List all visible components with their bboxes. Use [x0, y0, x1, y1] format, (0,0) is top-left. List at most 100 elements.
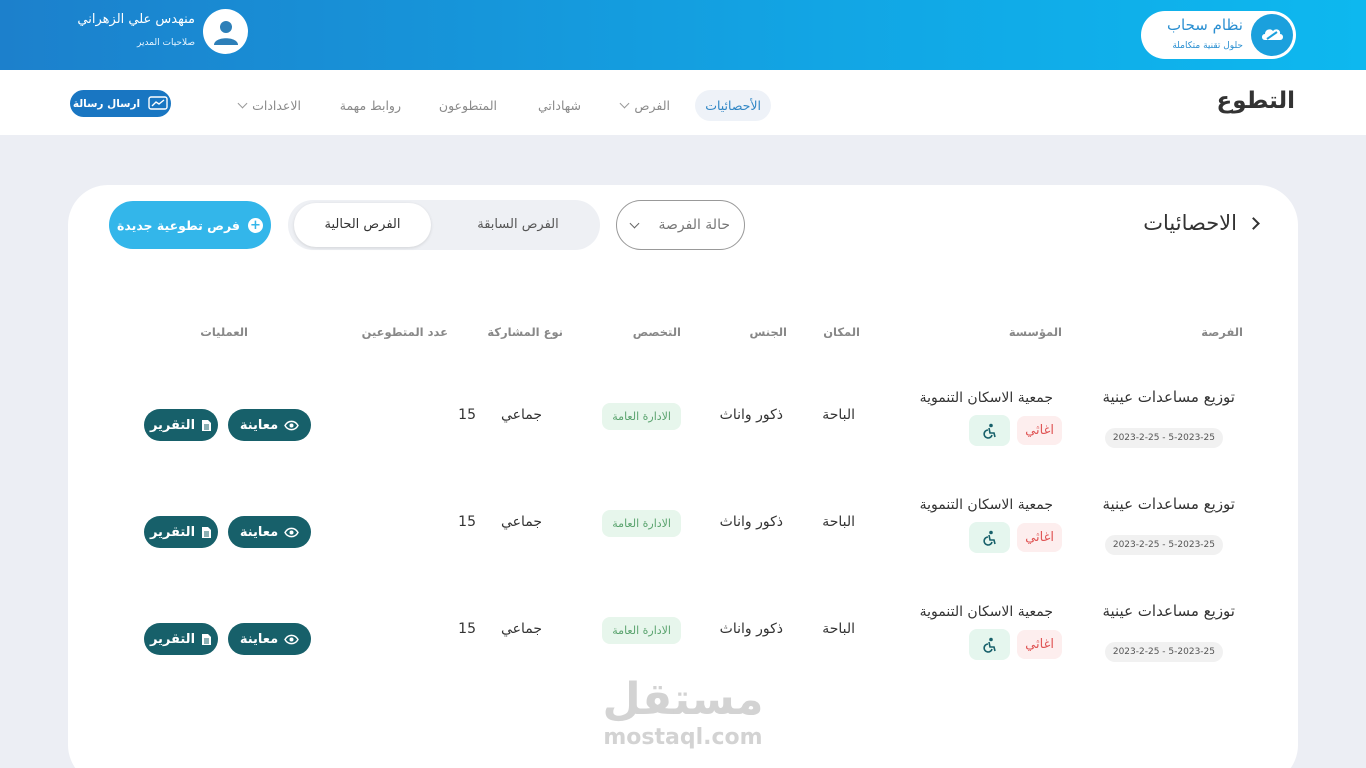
- report-label: التقرير: [149, 631, 196, 647]
- nav-item-links[interactable]: روابط مهمة: [340, 90, 401, 121]
- brand-subtitle: حلول تقنية متكاملة: [1172, 41, 1243, 51]
- user-role: صلاحيات المدير: [136, 38, 195, 48]
- nav-item-label: شهاداتي: [538, 98, 581, 113]
- user-avatar[interactable]: [203, 9, 248, 54]
- column-header-place: المكان: [823, 325, 860, 339]
- column-header-volunteers: عدد المتطوعين: [361, 325, 448, 339]
- chevron-right-icon: [1247, 216, 1260, 230]
- section-header[interactable]: الاحصائيات: [1143, 211, 1260, 235]
- volunteers-count: 15: [458, 407, 476, 423]
- eye-icon: [284, 634, 299, 644]
- nav-item-label: المتطوعون: [438, 98, 497, 113]
- watermark-latin: mostaql.com: [603, 725, 763, 750]
- place-value: الباحة: [822, 514, 855, 530]
- nav-item-statistics[interactable]: الأحصائيات: [695, 90, 771, 121]
- report-label: التقرير: [149, 417, 196, 433]
- brand-title: نظام سحاب: [1166, 16, 1243, 34]
- relief-tag: اغاثي: [1017, 523, 1062, 552]
- chart-message-icon: [148, 95, 168, 110]
- new-opportunity-button[interactable]: + فرص تطوعية جديدة: [109, 201, 271, 249]
- document-icon: [202, 419, 212, 431]
- column-header-opportunity: الفرصة: [1201, 325, 1243, 339]
- column-header-specialty: التخصص: [632, 325, 681, 339]
- place-value: الباحة: [822, 621, 855, 637]
- date-range-badge: 5-2023-25 - 2023-2-25: [1104, 535, 1223, 555]
- organization-name: جمعية الاسكان التنموية: [919, 390, 1053, 406]
- gender-value: ذكور واناث: [719, 621, 783, 637]
- document-icon: [202, 526, 212, 538]
- brand-logo-badge[interactable]: نظام سحاب حلول تقنية متكاملة: [1141, 11, 1296, 59]
- eye-icon: [284, 527, 299, 537]
- nav-item-opportunities[interactable]: الفرص: [619, 90, 670, 121]
- send-message-button[interactable]: ارسال رسالة: [70, 90, 171, 117]
- watermark: مستقل mostaql.com: [600, 675, 766, 751]
- report-button[interactable]: التقرير: [144, 623, 218, 655]
- wheelchair-icon: [969, 522, 1010, 553]
- participation-value: جماعي: [500, 621, 542, 637]
- tab-previous-opportunities[interactable]: الفرص السابقة: [448, 203, 588, 247]
- view-button[interactable]: معاينة: [228, 623, 311, 655]
- watermark-arabic: مستقل: [602, 674, 764, 725]
- date-range-badge: 5-2023-25 - 2023-2-25: [1104, 428, 1223, 448]
- top-header: نظام سحاب حلول تقنية متكاملة منهدس علي ا…: [0, 0, 1366, 70]
- volunteers-count: 15: [458, 514, 476, 530]
- chevron-down-icon: [237, 98, 248, 109]
- specialty-badge: الادارة العامة: [602, 510, 681, 537]
- nav-item-label: روابط مهمة: [339, 98, 401, 113]
- user-name: منهدس علي الزهراني: [77, 12, 195, 27]
- document-icon: [202, 633, 212, 645]
- column-header-operations: العمليات: [200, 325, 248, 339]
- opportunity-title[interactable]: توزيع مساعدات عينية: [1102, 602, 1235, 620]
- page-title: التطوع: [1216, 88, 1295, 114]
- date-range-badge: 5-2023-25 - 2023-2-25: [1104, 642, 1223, 662]
- place-value: الباحة: [822, 407, 855, 423]
- opportunity-tabs: الفرص الحالية الفرص السابقة: [288, 200, 600, 250]
- chevron-down-icon: [629, 218, 640, 228]
- user-icon: [213, 20, 238, 45]
- specialty-badge: الادارة العامة: [602, 403, 681, 430]
- view-button[interactable]: معاينة: [228, 409, 311, 441]
- column-header-gender: الجنس: [749, 325, 788, 339]
- eye-icon: [284, 420, 299, 430]
- nav-item-label: الاعدادات: [252, 98, 301, 113]
- organization-name: جمعية الاسكان التنموية: [919, 497, 1053, 513]
- status-select-label: حالة الفرصة: [658, 217, 731, 233]
- view-button[interactable]: معاينة: [228, 516, 311, 548]
- organization-name: جمعية الاسكان التنموية: [919, 604, 1053, 620]
- wheelchair-icon: [969, 415, 1010, 446]
- relief-tag: اغاثي: [1017, 416, 1062, 445]
- new-opportunity-label: فرص تطوعية جديدة: [117, 217, 240, 233]
- opportunity-status-select[interactable]: حالة الفرصة: [616, 200, 745, 250]
- nav-item-certificates[interactable]: شهاداتي: [538, 90, 581, 121]
- gender-value: ذكور واناث: [719, 514, 783, 530]
- column-header-participation: نوع المشاركة: [487, 325, 563, 339]
- specialty-badge: الادارة العامة: [602, 617, 681, 644]
- view-label: معاينة: [239, 417, 279, 433]
- relief-tag: اغاثي: [1017, 630, 1062, 659]
- opportunity-title[interactable]: توزيع مساعدات عينية: [1102, 495, 1235, 513]
- section-title: الاحصائيات: [1143, 211, 1237, 235]
- report-button[interactable]: التقرير: [144, 409, 218, 441]
- view-label: معاينة: [239, 631, 279, 647]
- plus-icon: +: [247, 217, 263, 233]
- column-header-organization: المؤسسة: [1008, 325, 1062, 339]
- wheelchair-icon: [969, 629, 1010, 660]
- main-nav: التطوع الأحصائيات الفرص شهاداتي المتطوعو…: [0, 70, 1366, 135]
- opportunity-title[interactable]: توزيع مساعدات عينية: [1102, 388, 1235, 406]
- nav-item-label: الأحصائيات: [705, 98, 761, 113]
- nav-item-settings[interactable]: الاعدادات: [237, 90, 301, 121]
- table-row: توزيع مساعدات عينية 5-2023-25 - 2023-2-2…: [68, 487, 1298, 587]
- gender-value: ذكور واناث: [719, 407, 783, 423]
- participation-value: جماعي: [500, 514, 542, 530]
- view-label: معاينة: [239, 524, 279, 540]
- tab-current-opportunities[interactable]: الفرص الحالية: [294, 203, 431, 247]
- chevron-down-icon: [619, 98, 630, 109]
- nav-item-volunteers[interactable]: المتطوعون: [439, 90, 497, 121]
- participation-value: جماعي: [500, 407, 542, 423]
- table-row: توزيع مساعدات عينية 5-2023-25 - 2023-2-2…: [68, 380, 1298, 480]
- volunteers-count: 15: [458, 621, 476, 637]
- report-button[interactable]: التقرير: [144, 516, 218, 548]
- nav-item-label: الفرص: [634, 98, 670, 113]
- send-message-label: ارسال رسالة: [72, 97, 141, 110]
- cloud-logo-icon: [1251, 14, 1293, 56]
